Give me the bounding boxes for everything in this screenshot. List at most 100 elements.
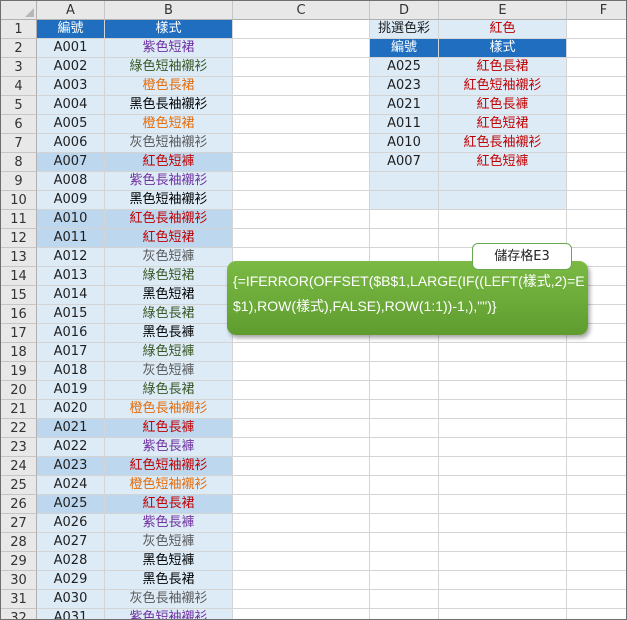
- style-cell[interactable]: 綠色長裙: [105, 305, 233, 324]
- row-header[interactable]: 15: [1, 286, 37, 305]
- empty-cell[interactable]: [233, 172, 370, 191]
- filter-label-cell[interactable]: 挑選色彩: [370, 20, 439, 39]
- code-cell[interactable]: A017: [37, 343, 105, 362]
- result-header-style-cell[interactable]: 樣式: [439, 39, 567, 58]
- code-cell[interactable]: A015: [37, 305, 105, 324]
- style-cell[interactable]: 灰色短袖襯衫: [105, 134, 233, 153]
- style-cell[interactable]: 綠色短褲: [105, 343, 233, 362]
- empty-cell[interactable]: [567, 210, 626, 229]
- row-header[interactable]: 17: [1, 324, 37, 343]
- empty-cell[interactable]: [233, 96, 370, 115]
- column-header-f[interactable]: F: [567, 1, 626, 20]
- empty-cell[interactable]: [233, 39, 370, 58]
- code-cell[interactable]: A028: [37, 552, 105, 571]
- empty-cell[interactable]: [567, 191, 626, 210]
- style-cell[interactable]: 紫色短裙: [105, 39, 233, 58]
- empty-cell[interactable]: [370, 419, 439, 438]
- row-header[interactable]: 25: [1, 476, 37, 495]
- empty-cell[interactable]: [233, 419, 370, 438]
- empty-cell[interactable]: [567, 115, 626, 134]
- style-cell[interactable]: 紫色長褲: [105, 514, 233, 533]
- style-cell[interactable]: 紫色長褲: [105, 438, 233, 457]
- empty-cell[interactable]: [567, 457, 626, 476]
- row-header[interactable]: 4: [1, 77, 37, 96]
- style-cell[interactable]: 橙色短袖襯衫: [105, 476, 233, 495]
- empty-cell[interactable]: [567, 514, 626, 533]
- result-code-cell[interactable]: A021: [370, 96, 439, 115]
- style-cell[interactable]: 紅色短裙: [105, 229, 233, 248]
- row-header[interactable]: 2: [1, 39, 37, 58]
- row-header[interactable]: 10: [1, 191, 37, 210]
- empty-cell[interactable]: [233, 400, 370, 419]
- row-header[interactable]: 26: [1, 495, 37, 514]
- style-cell[interactable]: 紫色短袖襯衫: [105, 609, 233, 619]
- empty-cell[interactable]: [233, 571, 370, 590]
- empty-cell[interactable]: [370, 571, 439, 590]
- style-cell[interactable]: 黑色短褲: [105, 552, 233, 571]
- result-style-cell[interactable]: 紅色短褲: [439, 153, 567, 172]
- code-cell[interactable]: A008: [37, 172, 105, 191]
- result-code-cell[interactable]: A007: [370, 153, 439, 172]
- empty-cell[interactable]: [370, 533, 439, 552]
- empty-cell[interactable]: [567, 172, 626, 191]
- code-cell[interactable]: A021: [37, 419, 105, 438]
- result-code-cell[interactable]: A025: [370, 58, 439, 77]
- result-code-cell[interactable]: A010: [370, 134, 439, 153]
- empty-cell[interactable]: [439, 609, 567, 619]
- empty-cell[interactable]: [370, 609, 439, 619]
- row-header[interactable]: 32: [1, 609, 37, 619]
- empty-cell[interactable]: [233, 590, 370, 609]
- empty-cell[interactable]: [567, 381, 626, 400]
- empty-cell[interactable]: [233, 77, 370, 96]
- code-cell[interactable]: A003: [37, 77, 105, 96]
- empty-cell[interactable]: [567, 39, 626, 58]
- empty-cell[interactable]: [233, 533, 370, 552]
- row-header[interactable]: 24: [1, 457, 37, 476]
- row-header[interactable]: 13: [1, 248, 37, 267]
- empty-cell[interactable]: [567, 552, 626, 571]
- empty-cell[interactable]: [233, 438, 370, 457]
- result-code-cell[interactable]: A011: [370, 115, 439, 134]
- style-cell[interactable]: 橙色短裙: [105, 115, 233, 134]
- code-cell[interactable]: A011: [37, 229, 105, 248]
- result-blank-cell[interactable]: [370, 191, 439, 210]
- row-header[interactable]: 14: [1, 267, 37, 286]
- row-header[interactable]: 8: [1, 153, 37, 172]
- empty-cell[interactable]: [370, 590, 439, 609]
- code-cell[interactable]: A024: [37, 476, 105, 495]
- result-blank-cell[interactable]: [439, 172, 567, 191]
- empty-cell[interactable]: [233, 476, 370, 495]
- code-cell[interactable]: A030: [37, 590, 105, 609]
- empty-cell[interactable]: [567, 609, 626, 619]
- empty-cell[interactable]: [439, 590, 567, 609]
- style-cell[interactable]: 紅色長褲: [105, 419, 233, 438]
- empty-cell[interactable]: [567, 590, 626, 609]
- empty-cell[interactable]: [439, 343, 567, 362]
- style-cell[interactable]: 灰色短褲: [105, 362, 233, 381]
- empty-cell[interactable]: [567, 229, 626, 248]
- empty-cell[interactable]: [439, 476, 567, 495]
- row-header[interactable]: 23: [1, 438, 37, 457]
- empty-cell[interactable]: [233, 457, 370, 476]
- empty-cell[interactable]: [370, 381, 439, 400]
- code-cell[interactable]: A014: [37, 286, 105, 305]
- empty-cell[interactable]: [370, 210, 439, 229]
- result-code-cell[interactable]: A023: [370, 77, 439, 96]
- empty-cell[interactable]: [567, 343, 626, 362]
- empty-cell[interactable]: [567, 419, 626, 438]
- empty-cell[interactable]: [370, 495, 439, 514]
- header-style-cell[interactable]: 樣式: [105, 20, 233, 39]
- empty-cell[interactable]: [567, 571, 626, 590]
- style-cell[interactable]: 綠色短裙: [105, 267, 233, 286]
- row-header[interactable]: 3: [1, 58, 37, 77]
- empty-cell[interactable]: [567, 77, 626, 96]
- style-cell[interactable]: 灰色短褲: [105, 533, 233, 552]
- style-cell[interactable]: 灰色長袖襯衫: [105, 590, 233, 609]
- empty-cell[interactable]: [439, 419, 567, 438]
- style-cell[interactable]: 紅色長袖襯衫: [105, 210, 233, 229]
- header-code-cell[interactable]: 編號: [37, 20, 105, 39]
- code-cell[interactable]: A012: [37, 248, 105, 267]
- empty-cell[interactable]: [233, 210, 370, 229]
- empty-cell[interactable]: [439, 533, 567, 552]
- empty-cell[interactable]: [233, 552, 370, 571]
